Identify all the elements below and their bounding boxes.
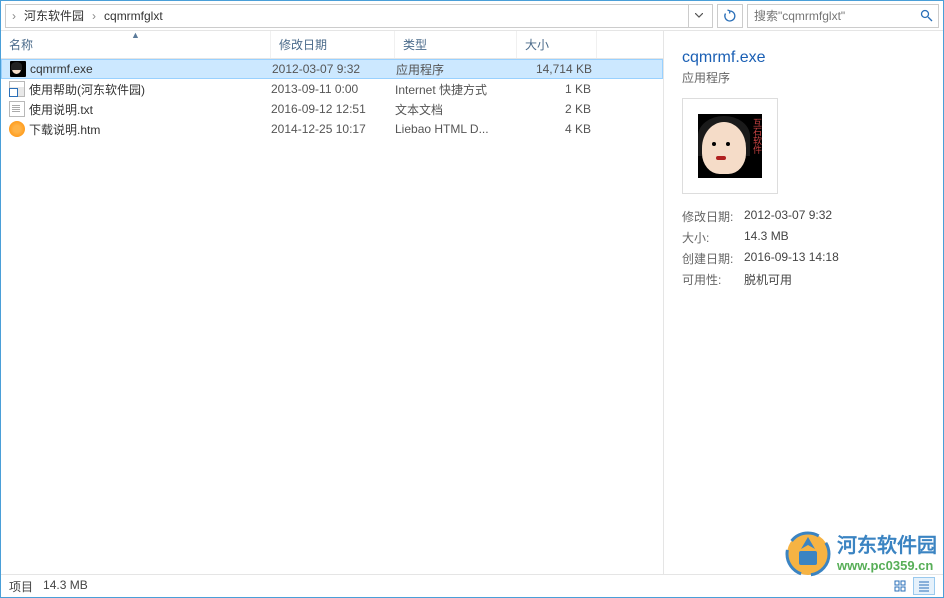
file-type: Liebao HTML D...	[395, 122, 517, 136]
file-type: Internet 快捷方式	[395, 81, 517, 98]
details-property: 大小:14.3 MB	[682, 229, 925, 246]
search-box	[747, 4, 939, 28]
column-header-name[interactable]: 名称 ▲	[1, 31, 271, 58]
file-size: 2 KB	[517, 102, 591, 116]
column-header-type[interactable]: 类型	[395, 31, 517, 58]
property-label: 可用性:	[682, 271, 744, 288]
view-switcher	[889, 577, 935, 595]
address-toolbar: › 河东软件园 › cqmrmfglxt	[1, 1, 943, 31]
file-rows: cqmrmf.exe2012-03-07 9:32应用程序14,714 KB使用…	[1, 59, 663, 139]
breadcrumb-item[interactable]: 河东软件园	[18, 5, 90, 26]
breadcrumb[interactable]: › 河东软件园 › cqmrmfglxt	[5, 4, 713, 28]
column-header-date[interactable]: 修改日期	[271, 31, 395, 58]
sort-ascending-icon: ▲	[131, 30, 140, 40]
file-size: 1 KB	[517, 82, 591, 96]
file-row[interactable]: cqmrmf.exe2012-03-07 9:32应用程序14,714 KB	[1, 59, 663, 79]
app-icon: 互石软件	[698, 114, 762, 178]
status-size: 14.3 MB	[43, 578, 88, 595]
property-label: 大小:	[682, 229, 744, 246]
file-htm-icon	[9, 121, 25, 137]
column-label: 名称	[9, 36, 33, 53]
file-txt-icon	[9, 101, 25, 117]
file-date: 2013-09-11 0:00	[271, 82, 395, 96]
refresh-button[interactable]	[717, 4, 743, 28]
file-size: 4 KB	[517, 122, 591, 136]
search-input[interactable]	[748, 9, 915, 23]
file-name: 使用帮助(河东软件园)	[29, 81, 271, 98]
history-dropdown[interactable]	[688, 5, 708, 27]
breadcrumb-item[interactable]: cqmrmfglxt	[98, 7, 169, 25]
file-row[interactable]: 使用帮助(河东软件园)2013-09-11 0:00Internet 快捷方式1…	[1, 79, 663, 99]
file-date: 2014-12-25 10:17	[271, 122, 395, 136]
file-type: 应用程序	[396, 61, 518, 78]
file-type: 文本文档	[395, 101, 517, 118]
property-value: 14.3 MB	[744, 229, 789, 246]
refresh-icon	[723, 9, 737, 23]
property-label: 创建日期:	[682, 250, 744, 267]
file-html-shortcut-icon	[9, 81, 25, 97]
file-list-pane: 名称 ▲ 修改日期 类型 大小 cqmrmf.exe2012-03-07 9:3…	[1, 31, 664, 575]
chevron-down-icon	[695, 13, 703, 18]
status-items-label: 项目	[9, 578, 33, 595]
list-icon	[918, 580, 930, 592]
details-property: 创建日期:2016-09-13 14:18	[682, 250, 925, 267]
details-property: 可用性:脱机可用	[682, 271, 925, 288]
property-label: 修改日期:	[682, 208, 744, 225]
file-name: 使用说明.txt	[29, 101, 271, 118]
file-size: 14,714 KB	[518, 62, 592, 76]
details-pane: cqmrmf.exe 应用程序 互石软件 修改日期:2012-03-07 9:3…	[664, 31, 943, 575]
property-value: 脱机可用	[744, 271, 792, 288]
file-row[interactable]: 下载说明.htm2014-12-25 10:17Liebao HTML D...…	[1, 119, 663, 139]
chevron-right-icon[interactable]: ›	[90, 9, 98, 23]
file-row[interactable]: 使用说明.txt2016-09-12 12:51文本文档2 KB	[1, 99, 663, 119]
property-value: 2016-09-13 14:18	[744, 250, 839, 267]
details-title: cqmrmf.exe	[682, 49, 925, 67]
view-large-icons-button[interactable]	[889, 577, 911, 595]
file-date: 2016-09-12 12:51	[271, 102, 395, 116]
column-header-size[interactable]: 大小	[517, 31, 597, 58]
search-button[interactable]	[915, 5, 938, 27]
file-name: 下载说明.htm	[29, 121, 271, 138]
column-headers: 名称 ▲ 修改日期 类型 大小	[1, 31, 663, 59]
details-property: 修改日期:2012-03-07 9:32	[682, 208, 925, 225]
details-preview: 互石软件	[682, 98, 778, 194]
statusbar: 项目 14.3 MB	[1, 574, 943, 597]
search-icon	[920, 9, 933, 22]
property-value: 2012-03-07 9:32	[744, 208, 832, 225]
details-subtitle: 应用程序	[682, 69, 925, 86]
grid-icon	[894, 580, 906, 592]
view-details-button[interactable]	[913, 577, 935, 595]
file-name: cqmrmf.exe	[30, 62, 272, 76]
content-area: 名称 ▲ 修改日期 类型 大小 cqmrmf.exe2012-03-07 9:3…	[1, 31, 943, 575]
file-date: 2012-03-07 9:32	[272, 62, 396, 76]
chevron-right-icon[interactable]: ›	[10, 9, 18, 23]
details-properties: 修改日期:2012-03-07 9:32大小:14.3 MB创建日期:2016-…	[682, 208, 925, 288]
status-left: 项目 14.3 MB	[9, 578, 88, 595]
file-exe-icon	[10, 61, 26, 77]
